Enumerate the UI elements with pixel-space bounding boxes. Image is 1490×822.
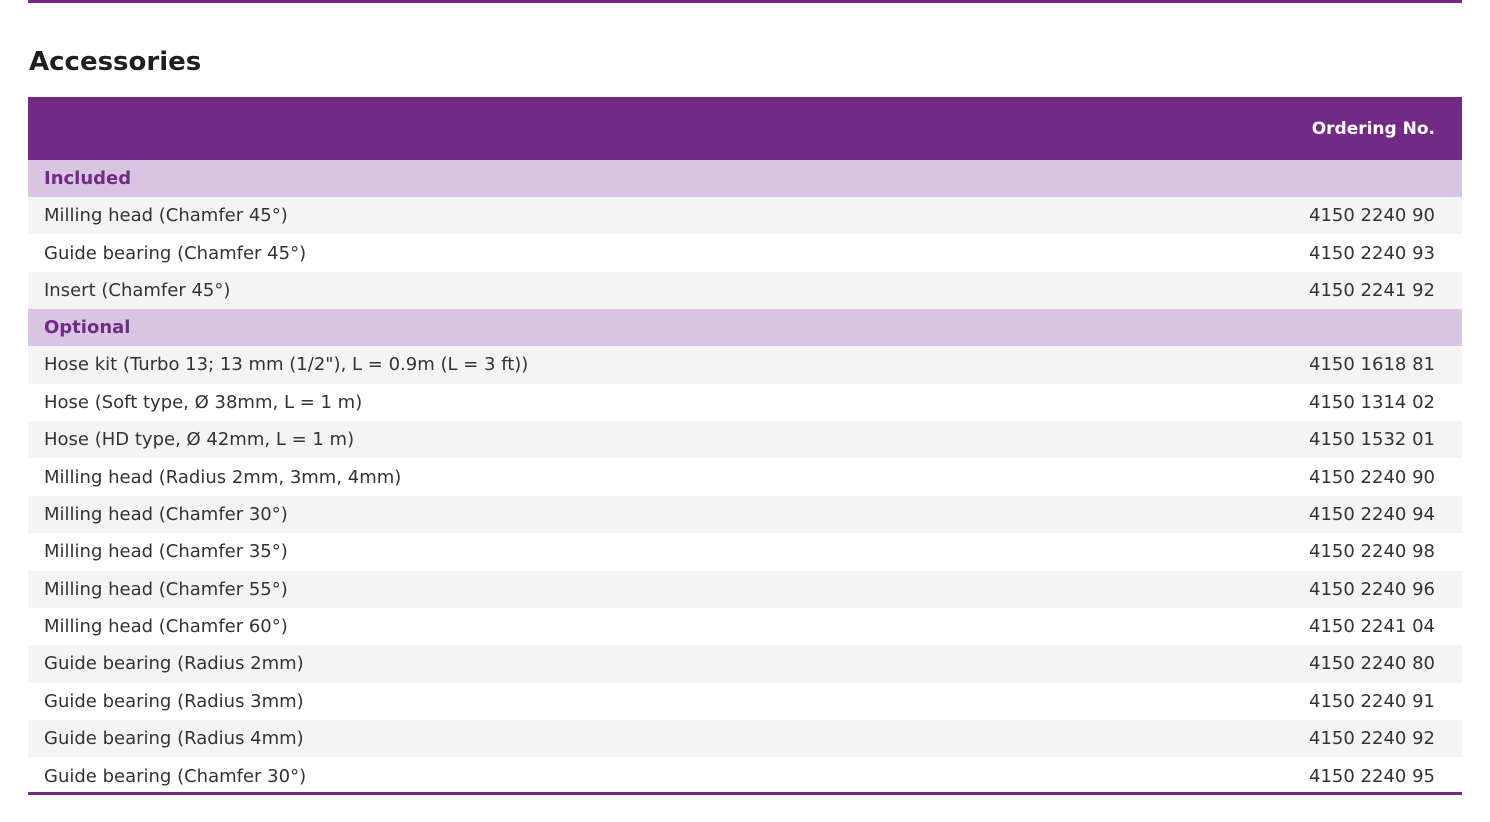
item-description: Guide bearing (Radius 4mm): [44, 728, 304, 750]
table-row: Insert (Chamfer 45°) 4150 2241 92: [28, 271, 1462, 310]
item-ordering-no: 4150 2240 90: [1309, 466, 1435, 488]
group-row-included: Included: [28, 160, 1462, 197]
table-row: Milling head (Chamfer 35°) 4150 2240 98: [28, 533, 1462, 571]
table-row: Milling head (Chamfer 55°) 4150 2240 96: [28, 570, 1462, 608]
item-ordering-no: 4150 2240 95: [1309, 765, 1435, 787]
item-ordering-no: 4150 1314 02: [1309, 391, 1435, 413]
item-description: Guide bearing (Chamfer 45°): [44, 242, 307, 264]
item-description: Hose (Soft type, Ø 38mm, L = 1 m): [44, 391, 363, 413]
item-description: Guide bearing (Chamfer 30°): [44, 765, 307, 787]
item-description: Milling head (Chamfer 35°): [44, 541, 288, 563]
item-ordering-no: 4150 1618 81: [1309, 354, 1435, 376]
table-row: Milling head (Chamfer 30°) 4150 2240 94: [28, 495, 1462, 534]
table-header: Ordering No.: [28, 97, 1462, 160]
table-row: Hose (HD type, Ø 42mm, L = 1 m) 4150 153…: [28, 420, 1462, 459]
item-ordering-no: 4150 2240 98: [1309, 541, 1435, 563]
item-description: Milling head (Chamfer 60°): [44, 616, 288, 638]
section-title: Accessories: [29, 47, 202, 77]
item-description: Milling head (Radius 2mm, 3mm, 4mm): [44, 466, 402, 488]
item-description: Milling head (Chamfer 55°): [44, 578, 288, 600]
group-label: Included: [44, 168, 132, 189]
table-row: Guide bearing (Chamfer 30°) 4150 2240 95: [28, 757, 1462, 795]
item-description: Guide bearing (Radius 3mm): [44, 690, 304, 712]
item-ordering-no: 4150 2240 93: [1309, 242, 1435, 264]
column-header-description: [28, 97, 1119, 160]
accessories-table: Ordering No. Included Milling head (Cham…: [28, 97, 1462, 795]
table-row: Guide bearing (Chamfer 45°) 4150 2240 93: [28, 234, 1462, 272]
bottom-divider: [28, 792, 1462, 795]
item-description: Guide bearing (Radius 2mm): [44, 653, 304, 675]
group-row-optional: Optional: [28, 309, 1462, 347]
item-ordering-no: 4150 1532 01: [1309, 429, 1435, 451]
table-row: Guide bearing (Radius 2mm) 4150 2240 80: [28, 645, 1462, 683]
item-description: Insert (Chamfer 45°): [44, 279, 231, 301]
item-ordering-no: 4150 2240 91: [1309, 690, 1435, 712]
item-ordering-no: 4150 2240 80: [1309, 653, 1435, 675]
item-ordering-no: 4150 2240 96: [1309, 578, 1435, 600]
table-row: Hose kit (Turbo 13; 13 mm (1/2"), L = 0.…: [28, 346, 1462, 384]
table-row: Milling head (Chamfer 60°) 4150 2241 04: [28, 607, 1462, 646]
top-divider: [28, 0, 1462, 3]
item-description: Hose (HD type, Ø 42mm, L = 1 m): [44, 429, 355, 451]
table-row: Milling head (Radius 2mm, 3mm, 4mm) 4150…: [28, 458, 1462, 496]
item-ordering-no: 4150 2240 92: [1309, 728, 1435, 750]
item-ordering-no: 4150 2240 90: [1309, 205, 1435, 227]
item-description: Milling head (Chamfer 45°): [44, 205, 288, 227]
accessories-table-container: Ordering No. Included Milling head (Cham…: [28, 97, 1462, 795]
table-row: Guide bearing (Radius 3mm) 4150 2240 91: [28, 682, 1462, 721]
item-description: Hose kit (Turbo 13; 13 mm (1/2"), L = 0.…: [44, 354, 529, 376]
table-body: Included Milling head (Chamfer 45°) 4150…: [28, 160, 1462, 795]
item-ordering-no: 4150 2240 94: [1309, 503, 1435, 525]
table-row: Milling head (Chamfer 45°) 4150 2240 90: [28, 197, 1462, 235]
table-row: Hose (Soft type, Ø 38mm, L = 1 m) 4150 1…: [28, 383, 1462, 421]
table-header-row: Ordering No.: [28, 97, 1462, 160]
item-ordering-no: 4150 2241 92: [1309, 279, 1435, 301]
column-header-ordering-no: Ordering No.: [1311, 118, 1435, 139]
item-description: Milling head (Chamfer 30°): [44, 503, 288, 525]
group-label: Optional: [44, 317, 131, 339]
table-row: Guide bearing (Radius 4mm) 4150 2240 92: [28, 720, 1462, 758]
item-ordering-no: 4150 2241 04: [1309, 616, 1435, 638]
